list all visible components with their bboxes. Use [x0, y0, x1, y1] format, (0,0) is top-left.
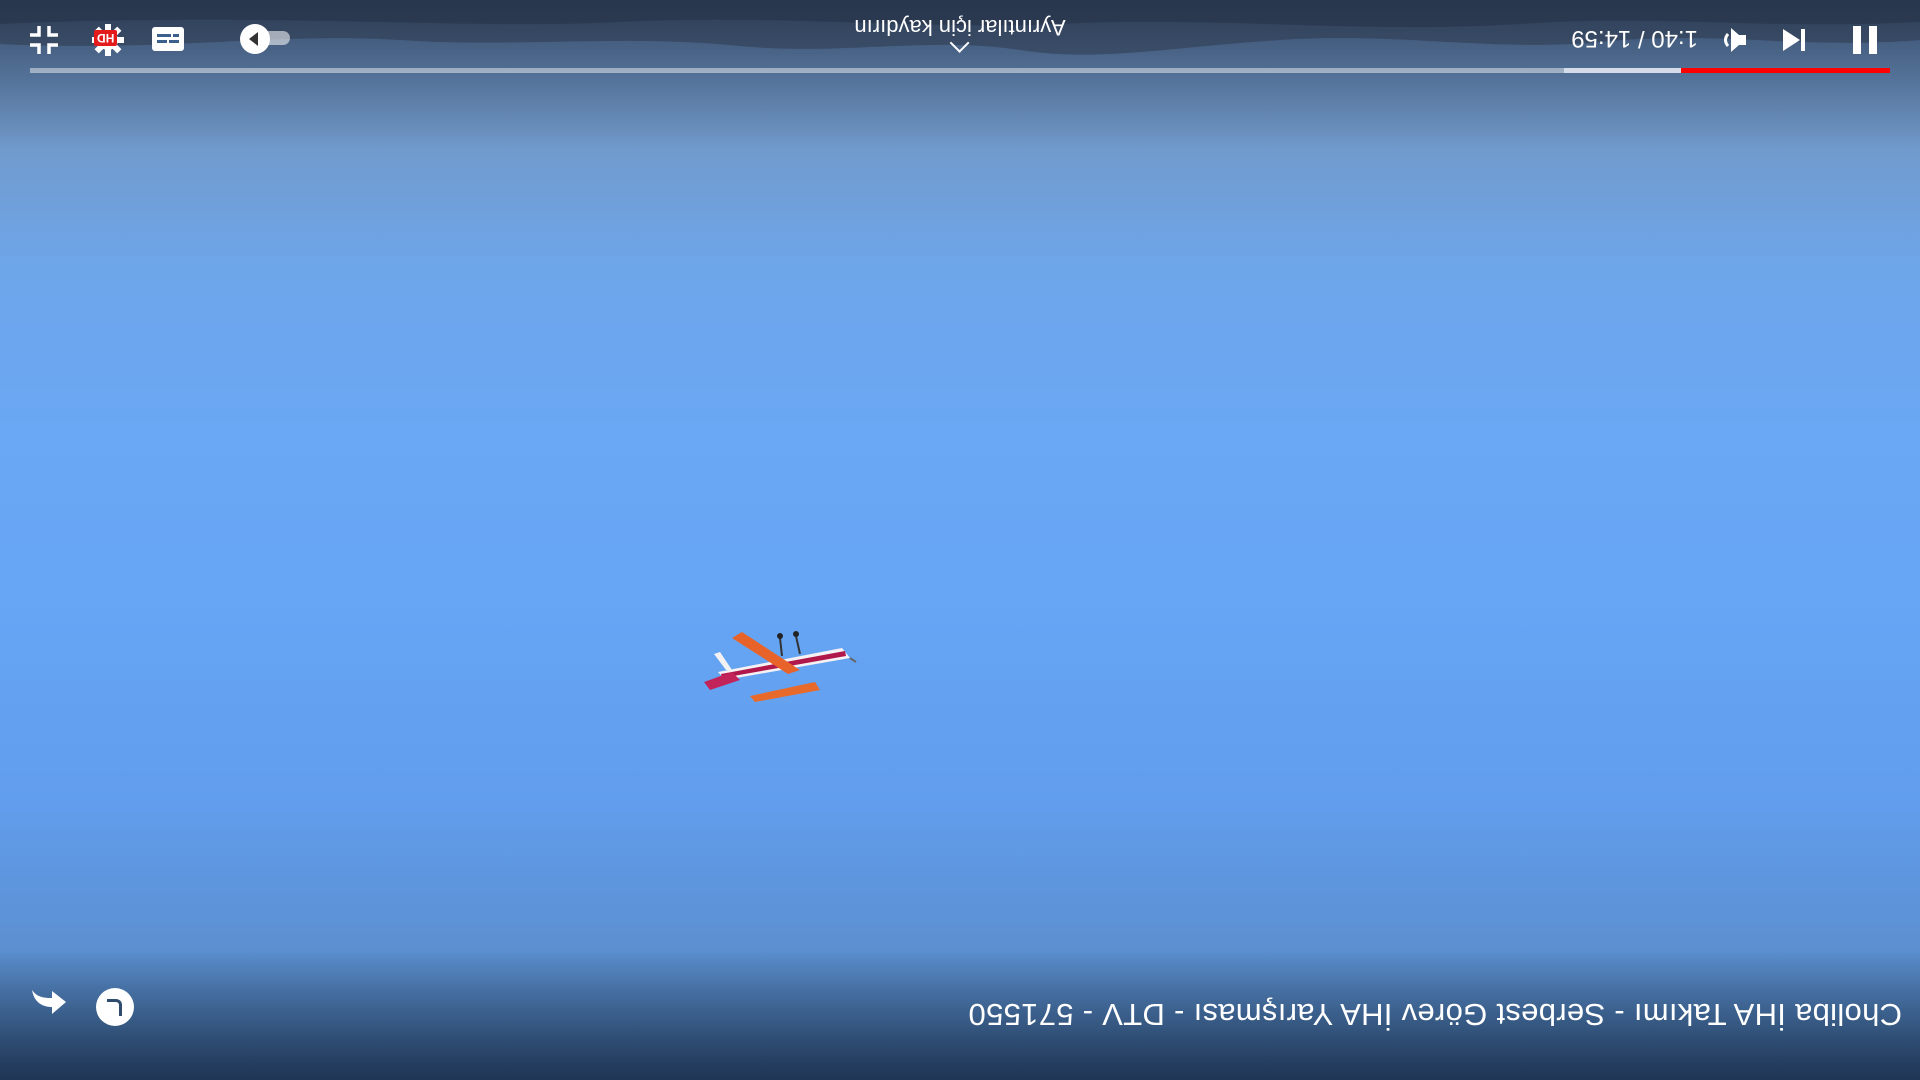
video-player[interactable]: Choliba İHA Takımı - Serbest Görev İHA Y…	[0, 0, 1920, 1080]
play-icon	[240, 24, 270, 54]
captions-icon[interactable]	[150, 24, 186, 54]
progress-played	[1680, 68, 1890, 73]
video-title: Choliba İHA Takımı - Serbest Görev İHA Y…	[968, 997, 1902, 1032]
swipe-hint[interactable]: Ayrıntılar için kaydırın	[854, 14, 1066, 56]
pause-button[interactable]	[1840, 16, 1890, 66]
progress-bar[interactable]	[30, 68, 1890, 73]
autoplay-toggle[interactable]	[240, 24, 296, 54]
player-controls: 1:40 / 14:59 Ayrıntılar için kaydırın HD	[0, 0, 1920, 110]
time-display: 1:40 / 14:59	[1571, 25, 1698, 52]
exit-fullscreen-icon[interactable]	[22, 18, 66, 62]
back-arrow-icon[interactable]	[28, 980, 72, 1024]
round-action-button[interactable]	[96, 988, 134, 1026]
rc-airplane	[704, 631, 857, 702]
hd-badge: HD	[94, 30, 118, 46]
skip-previous-icon[interactable]	[1772, 18, 1816, 62]
volume-icon[interactable]	[1712, 18, 1756, 62]
